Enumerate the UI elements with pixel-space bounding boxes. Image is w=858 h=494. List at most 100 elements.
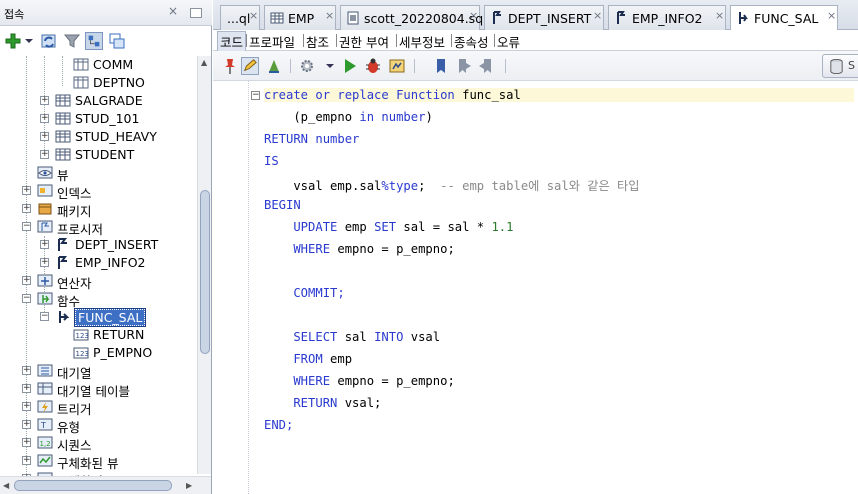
function-icon bbox=[37, 292, 53, 305]
subtab-profile[interactable]: 프로파일 bbox=[249, 32, 295, 51]
collapse-node-icon[interactable]: − bbox=[40, 312, 49, 321]
tree-item[interactable]: + 구체화된 뷰 bbox=[0, 452, 197, 471]
subtab-references[interactable]: 참조 bbox=[306, 32, 329, 51]
tab-scott-20220804-sql[interactable]: scott_20220804.sql × bbox=[340, 5, 487, 30]
tree-item-func-sal[interactable]: − FUNC_SAL bbox=[0, 308, 197, 327]
tree-item[interactable]: + 패키지 bbox=[0, 200, 197, 219]
subtab-grants[interactable]: 권한 부여 bbox=[339, 32, 389, 51]
subtab-dependencies[interactable]: 종속성 bbox=[454, 32, 489, 51]
expand-node-icon[interactable]: + bbox=[40, 132, 49, 141]
expand-node-icon[interactable]: + bbox=[22, 402, 31, 411]
tree-item-emp-info2[interactable]: + EMP_INFO2 bbox=[0, 254, 197, 272]
expand-node-icon[interactable]: + bbox=[22, 276, 31, 285]
tree-vertical-scrollbar[interactable]: ▲ bbox=[197, 56, 211, 474]
expand-node-icon[interactable]: + bbox=[22, 366, 31, 375]
bookmark-icon[interactable] bbox=[432, 57, 450, 75]
tree-horizontal-scrollbar[interactable]: ◀ ▶ bbox=[0, 476, 211, 494]
tree-item-comm[interactable]: COMM bbox=[0, 56, 197, 74]
scroll-right-icon[interactable]: ▶ bbox=[186, 481, 192, 490]
sql-button-label: S bbox=[848, 59, 855, 72]
prev-bookmark-icon[interactable] bbox=[455, 57, 473, 75]
settings-gear-icon[interactable] bbox=[298, 57, 316, 75]
collapse-node-icon[interactable]: − bbox=[22, 222, 31, 231]
subtab-code[interactable]: 코드 bbox=[217, 31, 247, 51]
add-connection-icon[interactable] bbox=[4, 32, 22, 50]
collapse-all-icon[interactable] bbox=[108, 32, 126, 50]
tree-item[interactable]: + 대기열 테이블 bbox=[0, 380, 197, 399]
tab-dept-insert[interactable]: DEPT_INSERT × bbox=[484, 5, 604, 30]
table-icon bbox=[55, 148, 71, 161]
collapse-node-icon[interactable]: − bbox=[22, 294, 31, 303]
tab-label: EMP_INFO2 bbox=[632, 11, 703, 26]
expand-node-icon[interactable]: + bbox=[40, 240, 49, 249]
expand-node-icon[interactable]: + bbox=[22, 420, 31, 429]
tab-emp[interactable]: EMP × bbox=[264, 5, 336, 30]
tab-func-sal[interactable]: FUNC_SAL × bbox=[730, 5, 838, 31]
tree-item[interactable]: + 트리거 bbox=[0, 398, 197, 417]
code-line-12: SELECT sal INTO vsal bbox=[264, 330, 441, 344]
refresh-icon[interactable] bbox=[40, 32, 58, 50]
tree-item[interactable]: − 프로시저 bbox=[0, 218, 197, 237]
expand-node-icon[interactable]: + bbox=[22, 186, 31, 195]
debug-bug-icon[interactable] bbox=[364, 57, 382, 75]
tree-item[interactable]: +1,2 시퀀스 bbox=[0, 434, 197, 453]
close-tab-icon[interactable]: × bbox=[593, 9, 602, 22]
close-tab-icon[interactable]: × bbox=[249, 9, 258, 22]
svg-text:123: 123 bbox=[76, 332, 89, 340]
chevron-down-icon[interactable] bbox=[24, 32, 34, 50]
sql-worksheet-button[interactable]: S bbox=[822, 54, 858, 78]
compile-icon[interactable] bbox=[265, 57, 283, 75]
tree-item-student[interactable]: + STUDENT bbox=[0, 146, 197, 164]
subtab-errors[interactable]: 오류 bbox=[497, 32, 520, 51]
close-tab-icon[interactable]: × bbox=[827, 9, 836, 22]
expand-node-icon[interactable]: + bbox=[22, 456, 31, 465]
fold-toggle-icon[interactable]: − bbox=[251, 91, 260, 100]
close-tab-icon[interactable]: × bbox=[325, 9, 334, 22]
tree-item-return[interactable]: 123 RETURN bbox=[0, 326, 197, 344]
chevron-down-icon[interactable] bbox=[325, 57, 335, 75]
expand-node-icon[interactable]: + bbox=[40, 114, 49, 123]
tree-item[interactable]: + 대기열 bbox=[0, 362, 197, 381]
expand-node-icon[interactable]: + bbox=[40, 258, 49, 267]
code-editor[interactable]: − create or replace Function func_sal (p… bbox=[213, 81, 858, 494]
scroll-left-icon[interactable]: ◀ bbox=[3, 481, 9, 490]
pin-icon[interactable] bbox=[221, 57, 239, 75]
code-line-8: WHERE empno = p_empno; bbox=[264, 242, 455, 256]
tree-item-stud-101[interactable]: + STUD_101 bbox=[0, 110, 197, 128]
tree-item[interactable]: − 함수 bbox=[0, 290, 197, 309]
tab-ql[interactable]: ...ql × bbox=[220, 5, 260, 30]
tree-item-dept-insert[interactable]: + DEPT_INSERT bbox=[0, 236, 197, 254]
expand-node-icon[interactable]: + bbox=[22, 384, 31, 393]
expand-node-icon[interactable]: + bbox=[40, 150, 49, 159]
column-icon bbox=[73, 76, 89, 89]
expand-node-icon[interactable]: + bbox=[22, 438, 31, 447]
expand-node-icon[interactable]: + bbox=[22, 204, 31, 213]
tree-item-deptno[interactable]: DEPTNO bbox=[0, 74, 197, 92]
schema-browser-icon[interactable] bbox=[85, 32, 103, 50]
edit-icon[interactable] bbox=[241, 57, 259, 75]
scroll-up-icon[interactable]: ▲ bbox=[201, 58, 207, 67]
code-line-13: FROM emp bbox=[264, 352, 353, 366]
tree-item[interactable]: + 연산자 bbox=[0, 272, 197, 291]
close-panel-icon[interactable]: × bbox=[168, 4, 178, 18]
horizontal-scroll-thumb[interactable] bbox=[14, 480, 172, 491]
table-icon bbox=[270, 12, 284, 24]
minimize-panel-button[interactable] bbox=[190, 8, 202, 18]
tree-item-salgrade[interactable]: + SALGRADE bbox=[0, 92, 197, 110]
run-icon[interactable] bbox=[341, 57, 359, 75]
procedure-item-icon bbox=[58, 238, 67, 251]
close-tab-icon[interactable]: × bbox=[715, 9, 724, 22]
filter-icon[interactable] bbox=[63, 32, 81, 50]
tree-item-stud-heavy[interactable]: + STUD_HEAVY bbox=[0, 128, 197, 146]
tree-item-p-empno[interactable]: 123 P_EMPNO bbox=[0, 344, 197, 362]
close-tab-icon[interactable]: × bbox=[469, 9, 478, 22]
tab-emp-info2[interactable]: EMP_INFO2 × bbox=[608, 5, 726, 30]
tree-item[interactable]: + T 유형 bbox=[0, 416, 197, 435]
tree-item[interactable]: + 인덱스 bbox=[0, 182, 197, 201]
vertical-scroll-thumb[interactable] bbox=[200, 190, 210, 354]
subtab-details[interactable]: 세부정보 bbox=[399, 32, 445, 51]
next-bookmark-icon[interactable] bbox=[478, 57, 496, 75]
tree-item[interactable]: 뷰 bbox=[0, 164, 197, 183]
expand-node-icon[interactable]: + bbox=[40, 96, 49, 105]
profile-icon[interactable] bbox=[388, 57, 406, 75]
